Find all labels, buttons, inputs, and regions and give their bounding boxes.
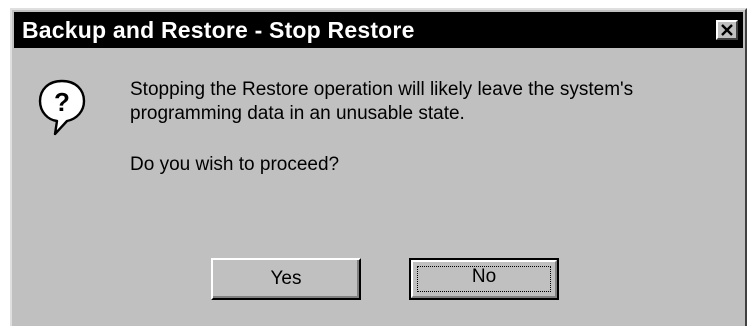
yes-button[interactable]: Yes [211,258,361,300]
title-bar[interactable]: Backup and Restore - Stop Restore [14,12,743,48]
message-line-1: Stopping the Restore operation will like… [130,79,634,100]
window-title: Backup and Restore - Stop Restore [22,17,415,43]
yes-button-label: Yes [270,268,302,289]
no-button[interactable]: No [409,258,559,300]
prompt-text: Do you wish to proceed? [130,154,340,175]
dialog-window: Backup and Restore - Stop Restore ? Stop… [10,8,747,326]
no-button-label: No [471,266,497,287]
svg-text:?: ? [54,87,70,117]
message-line-2: programming data in an unusable state. [130,103,465,124]
close-icon [721,24,733,36]
question-icon: ? [37,78,87,138]
close-button[interactable] [716,20,738,40]
